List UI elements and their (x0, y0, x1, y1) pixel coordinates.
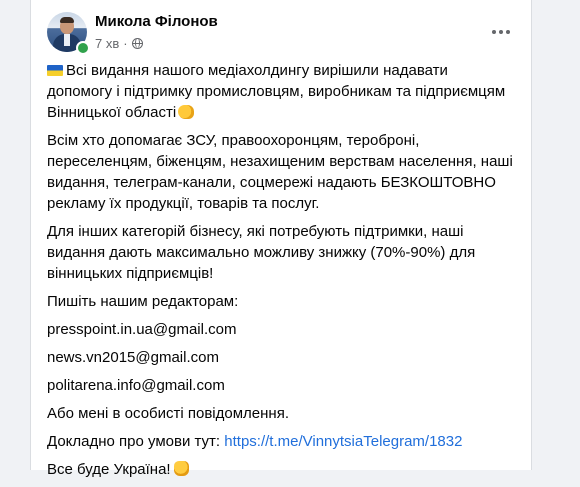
post-header: Микола Філонов 7 хв · (47, 12, 515, 56)
paragraph-private-message: Або мені в особисті повідомлення. (47, 405, 289, 422)
more-options-button[interactable] (487, 20, 515, 44)
paragraph-free-ads: Всім хто допомагає ЗСУ, правоохоронцям, … (47, 132, 513, 212)
paragraph-intro: Всі видання нашого медіахолдингу вирішил… (47, 60, 517, 123)
author-name[interactable]: Микола Філонов (95, 13, 218, 30)
handshake-emoji (178, 105, 195, 119)
telegram-link[interactable]: https://t.me/VinnytsiaTelegram/1832 (224, 433, 462, 450)
post-meta: 7 хв · (95, 36, 143, 51)
email-news: news.vn2015@gmail.com (47, 349, 219, 366)
globe-icon[interactable] (131, 38, 143, 49)
avatar-shirt (64, 34, 70, 46)
meta-separator: · (123, 36, 128, 51)
paragraph-discount: Для інших категорій бізнесу, які потребу… (47, 223, 476, 282)
post-time[interactable]: 7 хв (95, 36, 119, 51)
intro-text: Всі видання нашого медіахолдингу вирішил… (47, 62, 506, 121)
online-status-dot (76, 41, 90, 55)
email-politarena: politarena.info@gmail.com (47, 377, 225, 394)
post-card: Микола Філонов 7 хв · Всі видання нашого… (30, 0, 532, 478)
raised-fist-emoji (173, 461, 189, 476)
post-body: Всі видання нашого медіахолдингу вирішил… (47, 60, 517, 487)
paragraph-details: Докладно про умови тут: https://t.me/Vin… (47, 431, 517, 452)
avatar-hair (60, 17, 74, 23)
more-dot-icon (506, 30, 510, 34)
more-dot-icon (499, 30, 503, 34)
ukraine-flag-emoji (47, 65, 63, 76)
paragraph-write-editors: Пишіть нашим редакторам: (47, 293, 239, 310)
paragraph-closing: Все буде Україна! (47, 459, 517, 480)
email-presspoint: presspoint.in.ua@gmail.com (47, 321, 237, 338)
more-dot-icon (492, 30, 496, 34)
details-prefix: Докладно про умови тут: (47, 433, 225, 450)
